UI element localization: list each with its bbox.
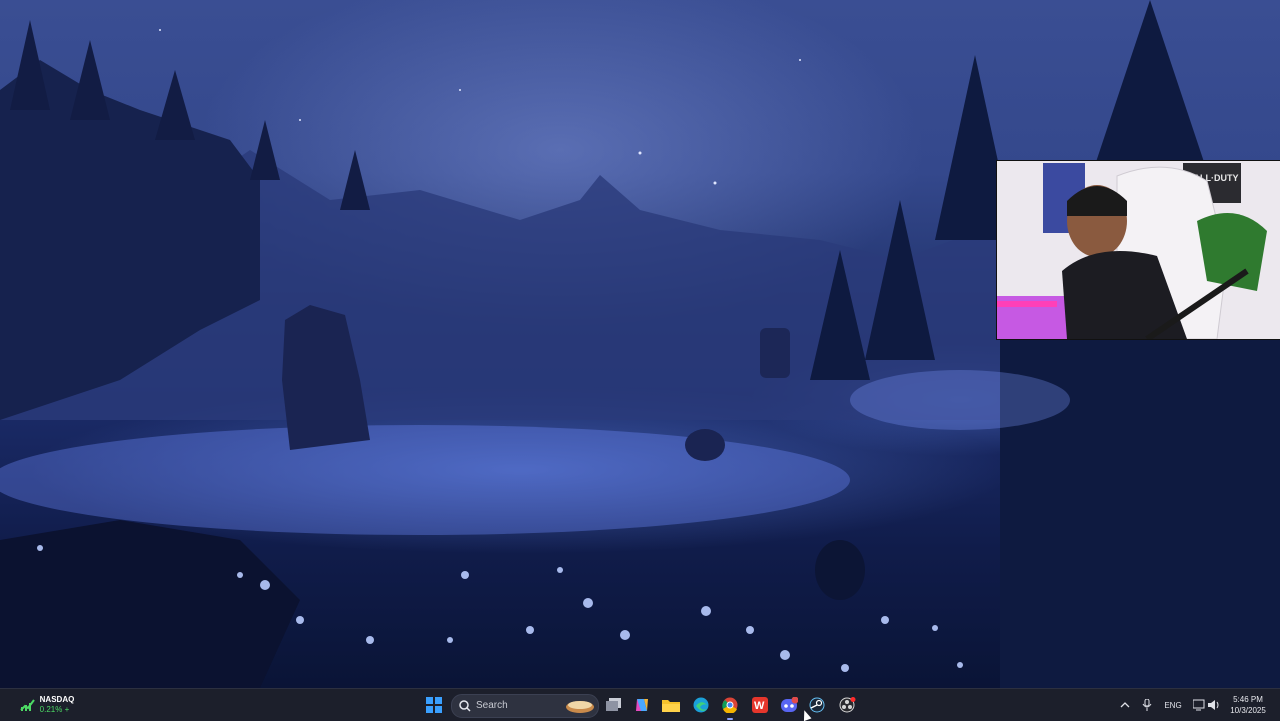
clock[interactable]: 5:46 PM 10/3/2025 [1228,689,1268,721]
obs-icon [839,697,856,713]
task-view-button[interactable] [603,689,625,721]
discord-button[interactable] [778,689,800,721]
discord-icon [781,697,798,712]
language-indicator[interactable]: ENG [1160,689,1186,721]
file-explorer-button[interactable] [660,689,682,721]
taskbar-search[interactable]: Search [451,694,599,718]
microphone-button[interactable] [1140,689,1154,721]
copilot-icon [636,699,648,711]
streamer-webcam: CALL·DUTY [997,161,1280,339]
task-view-icon [606,698,621,711]
chrome-icon [722,697,738,713]
search-icon [459,700,471,712]
steam-icon [809,697,825,713]
stock-ticker: NASDAQ [39,695,75,704]
obs-button[interactable] [836,689,858,721]
show-hidden-icons-button[interactable] [1118,689,1132,721]
stock-widget[interactable]: NASDAQ 0.21% + [12,689,82,721]
chrome-button[interactable] [719,689,741,721]
speaker-icon [1208,700,1219,710]
folder-icon [662,700,680,712]
microphone-icon [1142,699,1152,711]
chevron-up-icon [1120,702,1130,708]
search-label: Search [476,700,508,711]
network-button[interactable] [1192,689,1206,721]
network-icon [1193,699,1205,711]
edge-button[interactable] [690,689,712,721]
start-button[interactable] [424,689,444,721]
search-highlight-icon [566,701,594,713]
windows-logo-icon [426,697,442,713]
volume-button[interactable] [1207,689,1221,721]
clock-time: 5:46 PM [1233,695,1263,704]
stock-chart-icon [19,699,35,711]
edge-icon [693,697,709,713]
stock-change: 0.21% + [39,705,70,714]
copilot-button[interactable] [631,689,653,721]
wps-button[interactable]: W [749,689,771,721]
clock-date: 10/3/2025 [1230,706,1266,715]
desktop-wallpaper: CALL·DUTY [0,0,1280,688]
svg-text:W: W [754,700,765,712]
wps-icon: W [752,697,768,713]
language-label: ENG [1164,700,1182,710]
taskbar: NASDAQ 0.21% + Search W ENG 5:46 PM 10/3… [0,688,1280,721]
wallpaper-scene [0,0,1280,688]
webcam-overlay: CALL·DUTY [996,160,1280,340]
